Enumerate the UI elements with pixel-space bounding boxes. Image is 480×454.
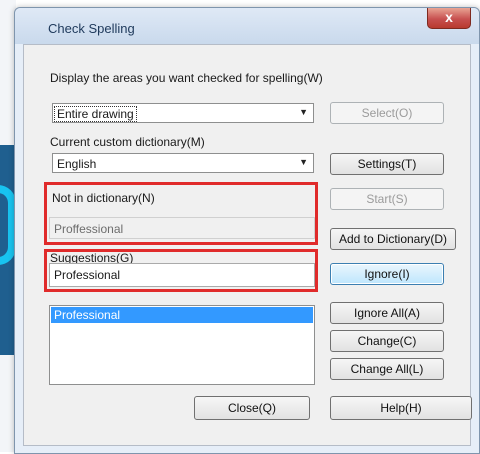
areas-selected-value: Entire drawing: [54, 106, 137, 122]
chevron-down-icon: ▼: [299, 107, 308, 117]
ignore-button[interactable]: Ignore(I): [330, 263, 444, 285]
suggestion-field[interactable]: Professional: [49, 263, 315, 287]
change-all-button[interactable]: Change All(L): [330, 358, 444, 380]
suggestions-list[interactable]: Professional: [49, 305, 315, 385]
areas-dropdown[interactable]: Entire drawing ▼: [52, 103, 314, 123]
select-button[interactable]: Select(O): [330, 102, 444, 124]
close-button[interactable]: Close(Q): [194, 396, 310, 420]
add-to-dictionary-button[interactable]: Add to Dictionary(D): [330, 228, 456, 250]
start-button[interactable]: Start(S): [330, 188, 444, 210]
change-button[interactable]: Change(C): [330, 330, 444, 352]
suggestion-value: Professional: [54, 268, 121, 282]
dialog-title: Check Spelling: [48, 21, 135, 36]
areas-label: Display the areas you want checked for s…: [50, 71, 323, 85]
close-window-button[interactable]: x: [427, 8, 471, 29]
not-in-dictionary-label: Not in dictionary(N): [52, 191, 155, 205]
title-bar[interactable]: Check Spelling x: [15, 8, 479, 44]
help-button[interactable]: Help(H): [330, 396, 472, 420]
not-in-dictionary-field[interactable]: Proffessional: [49, 217, 315, 239]
dictionary-selected-value: English: [57, 157, 97, 171]
settings-button[interactable]: Settings(T): [330, 153, 444, 175]
dictionary-label: Current custom dictionary(M): [50, 135, 205, 149]
dictionary-dropdown[interactable]: English ▼: [52, 153, 314, 173]
chevron-down-icon: ▼: [299, 157, 308, 167]
ignore-all-button[interactable]: Ignore All(A): [330, 302, 444, 324]
check-spelling-dialog: Check Spelling x Display the areas you w…: [14, 7, 480, 454]
dialog-body: Display the areas you want checked for s…: [23, 44, 472, 446]
not-in-dictionary-value: Proffessional: [54, 222, 124, 236]
list-item[interactable]: Professional: [51, 307, 313, 323]
